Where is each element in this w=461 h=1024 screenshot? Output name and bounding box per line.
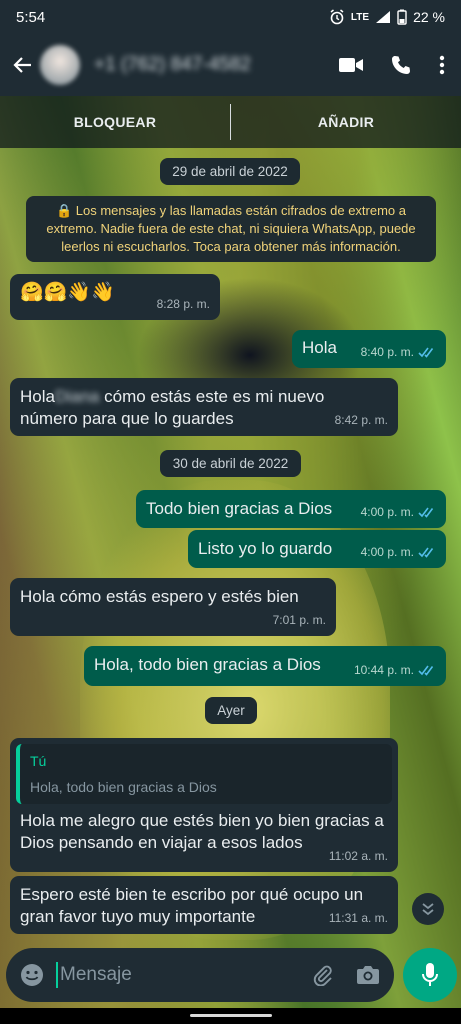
message-text: Hola, todo bien gracias a Dios [94, 655, 321, 674]
message-text: Listo yo lo guardo [198, 539, 333, 558]
status-time: 5:54 [16, 8, 46, 26]
voice-message-button[interactable] [403, 948, 457, 1002]
network-label: LTE [350, 11, 370, 23]
message-outgoing[interactable]: Hola 8:40 p. m. [292, 330, 446, 368]
battery-icon [397, 9, 407, 25]
home-handle[interactable] [190, 1014, 272, 1017]
message-text: Espero esté bien te escribo por qué ocup… [20, 885, 364, 926]
quoted-text: Hola, todo bien gracias a Dios [30, 779, 217, 795]
message-text: 🤗🤗👋👋 [20, 282, 115, 303]
attach-icon[interactable] [312, 964, 334, 986]
message-time: 8:42 p. m. [334, 413, 388, 427]
message-incoming[interactable]: Hola cómo estás espero y estés bien 7:01… [10, 578, 336, 636]
system-navigation-bar [0, 1008, 461, 1024]
message-text: Hola [302, 338, 337, 357]
read-receipt-icon [418, 665, 434, 676]
camera-icon[interactable] [356, 965, 380, 985]
contact-avatar[interactable] [40, 45, 80, 85]
battery-level: 22 % [413, 9, 445, 25]
date-separator: Ayer [205, 697, 257, 724]
message-outgoing[interactable]: Hola, todo bien gracias a Dios 10:44 p. … [84, 646, 446, 686]
quoted-message[interactable]: Tú Hola, todo bien gracias a Dios [16, 744, 392, 804]
redacted-name: Diana [54, 387, 100, 406]
message-incoming[interactable]: 🤗🤗👋👋 8:28 p. m. [10, 274, 220, 320]
message-text: Hola cómo estás espero y estés bien [20, 587, 299, 606]
message-time: 10:44 p. m. [353, 663, 414, 677]
unknown-contact-actions: BLOQUEAR AÑADIR [0, 96, 461, 148]
message-composer: Mensaje [6, 948, 394, 1002]
add-contact-button[interactable]: AÑADIR [231, 114, 461, 130]
microphone-icon [422, 963, 438, 986]
message-time: 11:02 a. m. [328, 849, 388, 863]
date-separator: 30 de abril de 2022 [160, 450, 301, 477]
message-incoming[interactable]: Espero esté bien te escribo por qué ocup… [10, 876, 398, 934]
more-vert-icon[interactable] [439, 55, 445, 75]
message-time: 4:00 p. m. [360, 505, 414, 519]
message-time: 8:28 p. m. [156, 297, 210, 311]
contact-name[interactable]: +1 (762) 847-4582 [94, 54, 339, 76]
alarm-icon [330, 9, 344, 25]
message-text: Todo bien gracias a Dios [146, 499, 333, 518]
phone-icon[interactable] [391, 55, 411, 75]
encryption-notice[interactable]: 🔒 Los mensajes y las llamadas están cifr… [26, 196, 436, 262]
arrow-left-icon [13, 57, 31, 73]
message-time: 8:40 p. m. [360, 345, 414, 359]
read-receipt-icon [418, 547, 434, 558]
message-outgoing[interactable]: Listo yo lo guardo 4:00 p. m. [188, 530, 446, 568]
read-receipt-icon [418, 507, 434, 518]
signal-icon [376, 11, 391, 23]
date-separator: 29 de abril de 2022 [160, 158, 300, 185]
double-chevron-down-icon [422, 903, 434, 916]
scroll-to-bottom-button[interactable] [412, 893, 444, 925]
message-input[interactable]: Mensaje [56, 962, 312, 988]
video-call-icon[interactable] [339, 57, 363, 73]
message-time: 4:00 p. m. [360, 545, 414, 559]
message-time: 11:31 a. m. [328, 911, 388, 925]
message-text-start: Hola [20, 387, 55, 406]
message-incoming[interactable]: HolaDiana cómo estás este es mi nuevo nú… [10, 378, 398, 436]
read-receipt-icon [418, 347, 434, 358]
quoted-author: Tú [30, 753, 47, 769]
message-incoming[interactable]: Tú Hola, todo bien gracias a Dios Hola m… [10, 738, 398, 872]
status-bar: 5:54 LTE 22 % [0, 0, 461, 34]
block-button[interactable]: BLOQUEAR [0, 114, 230, 130]
back-button[interactable] [10, 52, 36, 78]
message-outgoing[interactable]: Todo bien gracias a Dios 4:00 p. m. [136, 490, 446, 528]
emoji-icon[interactable] [20, 963, 44, 987]
message-time: 7:01 p. m. [272, 613, 326, 627]
chat-header: +1 (762) 847-4582 [0, 34, 461, 96]
